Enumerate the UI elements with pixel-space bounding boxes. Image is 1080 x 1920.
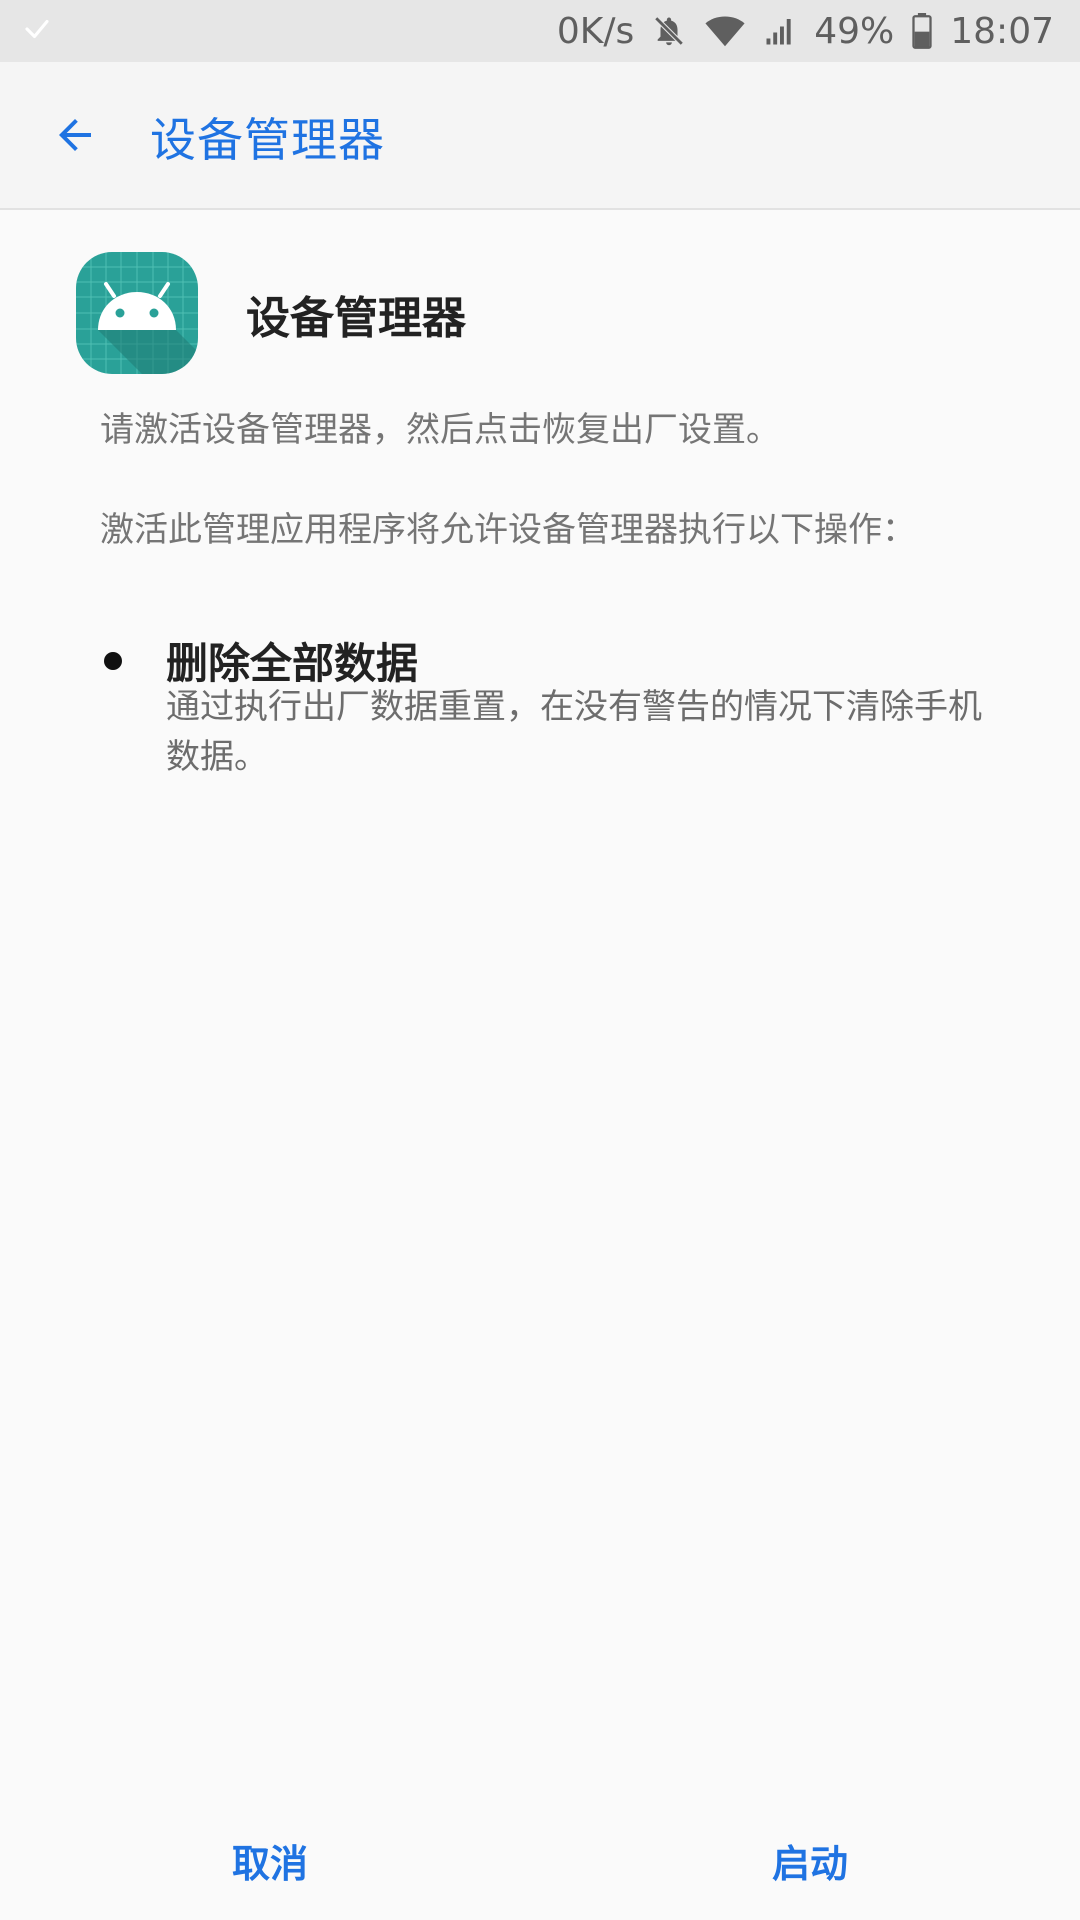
permission-description: 通过执行出厂数据重置，在没有警告的情况下清除手机数据。 (166, 687, 982, 777)
cancel-button[interactable]: 取消 (120, 1820, 420, 1900)
bell-off-icon (652, 14, 686, 48)
page-title: 设备管理器 (150, 113, 385, 167)
app-bar: 设备管理器 (0, 62, 1080, 210)
clock: 18:07 (950, 10, 1054, 52)
device-admin-screen: 0K/s 49% 18:07 设备管理器 设备管理器 请激活设备管理器，然后点击… (0, 0, 1080, 1920)
wifi-icon (704, 14, 746, 48)
signal-icon (764, 16, 796, 46)
arrow-back-icon (59, 119, 91, 151)
intro-text: 请激活设备管理器，然后点击恢复出厂设置。 (100, 410, 780, 450)
permissions-intro: 激活此管理应用程序将允许设备管理器执行以下操作： (100, 510, 916, 550)
back-button[interactable] (42, 102, 108, 168)
bullet (104, 652, 122, 670)
battery-icon (912, 13, 932, 49)
status-indicators: 0K/s 49% 18:07 (557, 0, 1054, 62)
battery-percent: 49% (814, 10, 895, 52)
status-bar: 0K/s 49% 18:07 (0, 0, 1080, 62)
android-icon (76, 252, 198, 374)
activate-button[interactable]: 启动 (660, 1820, 960, 1900)
app-name: 设备管理器 (246, 293, 466, 344)
net-speed: 0K/s (556, 10, 635, 52)
check-icon (25, 19, 49, 39)
